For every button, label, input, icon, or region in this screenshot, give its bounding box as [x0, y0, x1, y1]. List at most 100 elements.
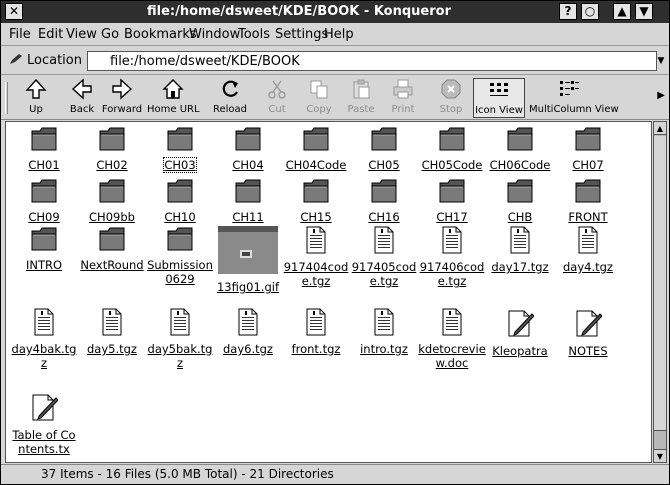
- file-item-ch09[interactable]: CH09: [10, 178, 78, 224]
- file-item-ch09bb[interactable]: CH09bb: [78, 178, 146, 224]
- folder-icon: [10, 226, 78, 255]
- multicolumn-view-button[interactable]: MultiColumn View: [529, 78, 619, 118]
- reload-button[interactable]: Reload: [209, 78, 251, 118]
- menu-bookmarks[interactable]: Bookmarks: [124, 27, 197, 42]
- file-item-front-tgz[interactable]: front.tgz: [282, 308, 350, 356]
- file-name: Table of Contents.tx: [12, 428, 76, 456]
- maximize-icon[interactable]: ▲: [613, 3, 631, 20]
- file-item-ch17[interactable]: CH17: [418, 178, 486, 224]
- file-name: day5.tgz: [87, 342, 137, 356]
- menu-settings[interactable]: Settings: [275, 27, 328, 42]
- file-item-ch03[interactable]: CH03: [146, 126, 214, 173]
- menu-view[interactable]: View: [66, 27, 97, 42]
- file-item-ch11[interactable]: CH11: [214, 178, 282, 224]
- toolbar-grip[interactable]: [5, 82, 8, 114]
- archive-file-icon: [554, 226, 622, 257]
- file-item-13fig01-gif[interactable]: 13fig01.gif: [214, 226, 282, 294]
- menu-file[interactable]: File: [9, 27, 31, 42]
- file-name: CHB: [507, 210, 533, 224]
- file-item-day6-tgz[interactable]: day6.tgz: [214, 308, 282, 356]
- scroll-up-icon[interactable]: ▲: [654, 122, 666, 135]
- up-button[interactable]: Up: [15, 78, 57, 118]
- file-item-intro[interactable]: INTRO: [10, 226, 78, 272]
- file-item-table-of-contents-tx[interactable]: Table of Contents.tx: [10, 392, 78, 456]
- stop-button[interactable]: Stop: [433, 78, 469, 118]
- file-item-ch05code[interactable]: CH05Code: [418, 126, 486, 172]
- copy-button[interactable]: Copy: [301, 78, 337, 118]
- file-item-917404code-tgz[interactable]: 917404code.tgz: [282, 226, 350, 288]
- archive-file-icon: [10, 308, 78, 339]
- menu-help[interactable]: Help: [324, 27, 354, 42]
- stop-label: Stop: [439, 104, 463, 115]
- shade-icon[interactable]: ▼: [635, 3, 653, 20]
- menu-tools[interactable]: Tools: [238, 27, 270, 42]
- vertical-scrollbar[interactable]: ▲ ▼: [653, 121, 667, 463]
- title-bar[interactable]: ✕ file:/home/dsweet/KDE/BOOK - Konqueror…: [1, 1, 669, 23]
- file-item-ch01[interactable]: CH01: [10, 126, 78, 172]
- scroll-thumb[interactable]: [654, 136, 666, 431]
- print-label: Print: [391, 104, 415, 115]
- file-item-submission0629[interactable]: Submission0629: [146, 226, 214, 286]
- file-item-nextround[interactable]: NextRound: [78, 226, 146, 272]
- chevron-down-icon[interactable]: ▼: [655, 51, 667, 71]
- file-item-day5bak-tgz[interactable]: day5bak.tgz: [146, 308, 214, 370]
- file-item-917405code-tgz[interactable]: 917405code.tgz: [350, 226, 418, 288]
- file-item-day4bak-tgz[interactable]: day4bak.tgz: [10, 308, 78, 370]
- file-name: CH04Code: [285, 158, 347, 172]
- file-item-day4-tgz[interactable]: day4.tgz: [554, 226, 622, 274]
- close-icon[interactable]: ✕: [5, 3, 23, 20]
- back-button[interactable]: Back: [61, 78, 103, 118]
- cut-button[interactable]: Cut: [259, 78, 295, 118]
- file-item-ch04code[interactable]: CH04Code: [282, 126, 350, 172]
- file-item-notes[interactable]: NOTES: [554, 308, 622, 358]
- folder-icon: [10, 178, 78, 207]
- file-name: CH06Code: [489, 158, 551, 172]
- file-item-day5-tgz[interactable]: day5.tgz: [78, 308, 146, 356]
- scroll-down-icon[interactable]: ▼: [654, 449, 666, 462]
- location-input[interactable]: [87, 51, 657, 71]
- file-item-ch15[interactable]: CH15: [282, 178, 350, 224]
- menu-edit[interactable]: Edit: [38, 27, 63, 42]
- file-item-ch10[interactable]: CH10: [146, 178, 214, 224]
- file-icon-view[interactable]: CH01 CH02 CH03 CH04 CH04Code CH05 CH05Code CH06…: [5, 121, 652, 463]
- file-item-ch16[interactable]: CH16: [350, 178, 418, 224]
- file-name: CH09bb: [89, 210, 135, 224]
- paste-button[interactable]: Paste: [343, 78, 379, 118]
- home-button[interactable]: Home URL: [147, 78, 200, 118]
- file-item-ch02[interactable]: CH02: [78, 126, 146, 172]
- file-name: 13fig01.gif: [216, 280, 279, 294]
- chevron-right-icon[interactable]: ▶: [657, 90, 665, 101]
- file-item-917406code-tgz[interactable]: 917406code.tgz: [418, 226, 486, 288]
- image-thumbnail-icon: [214, 226, 282, 277]
- file-name: day17.tgz: [491, 260, 549, 274]
- archive-file-icon: [418, 308, 486, 339]
- print-button[interactable]: Print: [385, 78, 421, 118]
- menu-window[interactable]: Window: [189, 27, 240, 42]
- file-item-ch06code[interactable]: CH06Code: [486, 126, 554, 172]
- file-item-ch04[interactable]: CH04: [214, 126, 282, 172]
- main-toolbar: Up Back Forward Home URL Reload Cut Copy: [1, 76, 669, 120]
- forward-button[interactable]: Forward: [101, 78, 143, 118]
- file-item-chb[interactable]: CHB: [486, 178, 554, 224]
- text-document-icon: [486, 308, 554, 341]
- text-document-icon: [10, 392, 78, 425]
- file-item-kleopatra[interactable]: Kleopatra: [486, 308, 554, 358]
- file-item-kdetocreview-doc[interactable]: kdetocreview.doc: [418, 308, 486, 370]
- icon-view-button[interactable]: Icon View: [473, 78, 525, 118]
- help-icon[interactable]: ?: [559, 3, 577, 20]
- file-item-day17-tgz[interactable]: day17.tgz: [486, 226, 554, 274]
- menu-go[interactable]: Go: [101, 27, 119, 42]
- file-name: CH04: [232, 158, 264, 172]
- pen-icon: [10, 54, 22, 64]
- file-item-front[interactable]: FRONT: [554, 178, 622, 224]
- folder-icon: [146, 178, 214, 207]
- forward-label: Forward: [101, 104, 143, 115]
- file-item-ch05[interactable]: CH05: [350, 126, 418, 172]
- folder-icon: [78, 178, 146, 207]
- minimize-icon[interactable]: ○: [581, 3, 599, 20]
- copy-icon: [310, 80, 328, 99]
- file-item-intro-tgz[interactable]: intro.tgz: [350, 308, 418, 356]
- stop-icon: [441, 79, 461, 99]
- file-item-ch07[interactable]: CH07: [554, 126, 622, 172]
- forward-arrow-icon: [112, 78, 133, 100]
